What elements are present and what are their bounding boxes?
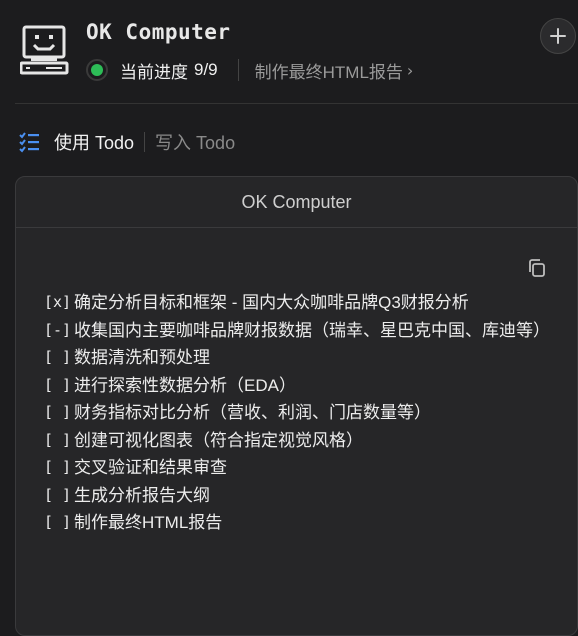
todo-status-mark: [ ] [44, 375, 72, 394]
header-divider [15, 103, 578, 104]
todo-item: [ ] 创建可视化图表（符合指定视觉风格） [44, 427, 544, 455]
todo-item: [ ] 制作最终HTML报告 [44, 509, 544, 537]
todo-list: [x] 确定分析目标和框架 - 国内大众咖啡品牌Q3财报分析 [-] 收集国内主要咖啡… [44, 289, 550, 537]
tab-divider [144, 132, 146, 152]
todo-status-mark: [ ] [44, 348, 72, 366]
new-task-button[interactable] [540, 18, 576, 54]
todo-item: [ ] 数据清洗和预处理 [44, 344, 544, 372]
todo-item: [ ] 财务指标对比分析（营收、利润、门店数量等） [44, 399, 544, 427]
status-divider [237, 59, 239, 81]
todo-item: [ ] 交叉验证和结果审查 [44, 454, 544, 482]
todo-text: 制作最终HTML报告 [74, 513, 223, 532]
todo-item: [ ] 进行探索性数据分析（EDA） [44, 372, 544, 400]
tab-write-todo[interactable]: 写入 Todo [155, 129, 235, 155]
todo-text: 数据清洗和预处理 [74, 348, 210, 367]
todo-status-mark: [x] [44, 293, 72, 311]
computer-face-icon [20, 25, 69, 75]
todo-text: 交叉验证和结果审查 [74, 458, 227, 477]
todo-status-mark: [ ] [44, 485, 72, 504]
todo-status-mark: [-] [44, 320, 72, 339]
plus-icon [550, 28, 566, 44]
todo-text: 生成分析报告大纲 [74, 485, 210, 505]
todo-status-mark: [ ] [44, 430, 72, 449]
progress-label: 当前进度 [120, 62, 188, 82]
todo-card: OK Computer [x] 确定分析目标和框架 - 国内大众咖啡品牌Q3财报分… [15, 176, 578, 636]
app-title: OK Computer [86, 20, 231, 44]
todo-text: 确定分析目标和框架 - 国内大众咖啡品牌Q3财报分析 [74, 293, 469, 312]
status-indicator-icon [86, 59, 108, 81]
progress-value: 9/9 [194, 60, 218, 79]
header: OK Computer 当前进度 9/9 制作最终HTML报告 › [0, 0, 578, 104]
todo-item: [x] 确定分析目标和框架 - 国内大众咖啡品牌Q3财报分析 [44, 289, 544, 317]
todo-status-mark: [ ] [44, 458, 72, 476]
todo-text: 创建可视化图表（符合指定视觉风格） [74, 430, 363, 450]
checklist-icon [19, 132, 39, 153]
todo-text: 进行探索性数据分析（EDA） [74, 375, 296, 395]
todo-item: [ ] 生成分析报告大纲 [44, 482, 544, 510]
todo-text: 收集国内主要咖啡品牌财报数据（瑞幸、星巴克中国、库迪等） [74, 320, 550, 340]
todo-item: [-] 收集国内主要咖啡品牌财报数据（瑞幸、星巴克中国、库迪等） [44, 317, 550, 345]
tab-use-todo[interactable]: 使用 Todo [54, 129, 134, 155]
copy-icon[interactable] [527, 258, 547, 278]
tool-tabs: 使用 Todo 写入 Todo [18, 128, 235, 156]
todo-status-mark: [ ] [44, 513, 72, 531]
status-row[interactable]: 当前进度 9/9 制作最终HTML报告 › [86, 57, 413, 83]
todo-status-mark: [ ] [44, 403, 72, 421]
todo-text: 财务指标对比分析（营收、利润、门店数量等） [74, 403, 431, 422]
chevron-right-icon: › [406, 60, 414, 80]
current-step-link[interactable]: 制作最终HTML报告 [255, 58, 403, 83]
card-title: OK Computer [16, 177, 577, 228]
